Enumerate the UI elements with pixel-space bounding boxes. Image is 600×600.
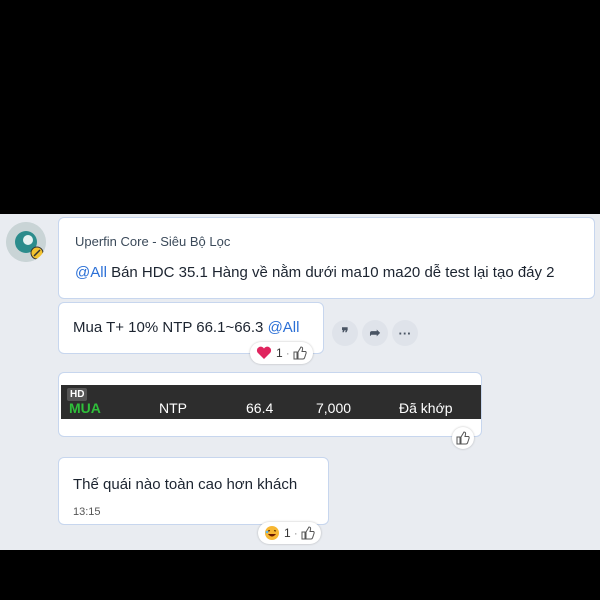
forward-icon: ➦: [369, 325, 381, 340]
order-quantity: 7,000: [316, 400, 352, 416]
order-status: Đã khớp: [399, 400, 453, 416]
avatar[interactable]: [6, 222, 46, 262]
message-body: Mua T+ 10% NTP 66.1~66.3: [73, 319, 268, 336]
like-button[interactable]: [452, 427, 474, 449]
quote-button[interactable]: ❞: [332, 320, 358, 346]
mention-link[interactable]: @All: [75, 264, 107, 281]
order-card[interactable]: HD MUA NTP 66.4 7,000 Đã khớp: [58, 372, 482, 437]
message-text: Thế quái nào toàn cao hơn khách: [73, 476, 298, 493]
avatar-logo-icon: [6, 222, 46, 262]
reaction-separator: ·: [285, 346, 290, 360]
reaction-count: 1: [284, 526, 291, 540]
thumbs-up-icon: [456, 431, 470, 445]
reaction-badge[interactable]: 1 ·: [258, 522, 321, 544]
message-bubble[interactable]: Uperfin Core - Siêu Bộ Lọc @All Bán HDC …: [58, 217, 595, 299]
order-symbol: NTP: [159, 400, 187, 416]
message-time: 13:15: [73, 506, 101, 518]
thumbs-up-icon[interactable]: [301, 526, 315, 540]
order-row: HD MUA NTP 66.4 7,000 Đã khớp: [61, 385, 481, 419]
quote-icon: ❞: [341, 325, 349, 340]
heart-icon: [256, 346, 272, 359]
order-price: 66.4: [246, 400, 274, 416]
reaction-count: 1: [276, 346, 283, 360]
reaction-badge[interactable]: 1 ·: [250, 342, 313, 364]
chat-area: Uperfin Core - Siêu Bộ Lọc @All Bán HDC …: [0, 214, 600, 550]
thumbs-up-icon[interactable]: [293, 346, 307, 360]
message-bubble[interactable]: Thế quái nào toàn cao hơn khách 13:15: [58, 457, 329, 525]
order-side: MUA: [69, 400, 101, 416]
forward-button[interactable]: ➦: [362, 320, 388, 346]
more-icon: ···: [398, 325, 412, 341]
message-text: Mua T+ 10% NTP 66.1~66.3 @All: [73, 319, 299, 336]
message-text: @All Bán HDC 35.1 Hàng về nằm dưới ma10 …: [75, 264, 555, 281]
message-body: Bán HDC 35.1 Hàng về nằm dưới ma10 ma20 …: [106, 264, 555, 281]
sender-name[interactable]: Uperfin Core - Siêu Bộ Lọc: [75, 234, 230, 249]
laughing-face-icon: [265, 526, 279, 540]
reaction-separator: ·: [293, 526, 298, 540]
mention-link[interactable]: @All: [268, 319, 300, 336]
more-button[interactable]: ···: [392, 320, 418, 346]
